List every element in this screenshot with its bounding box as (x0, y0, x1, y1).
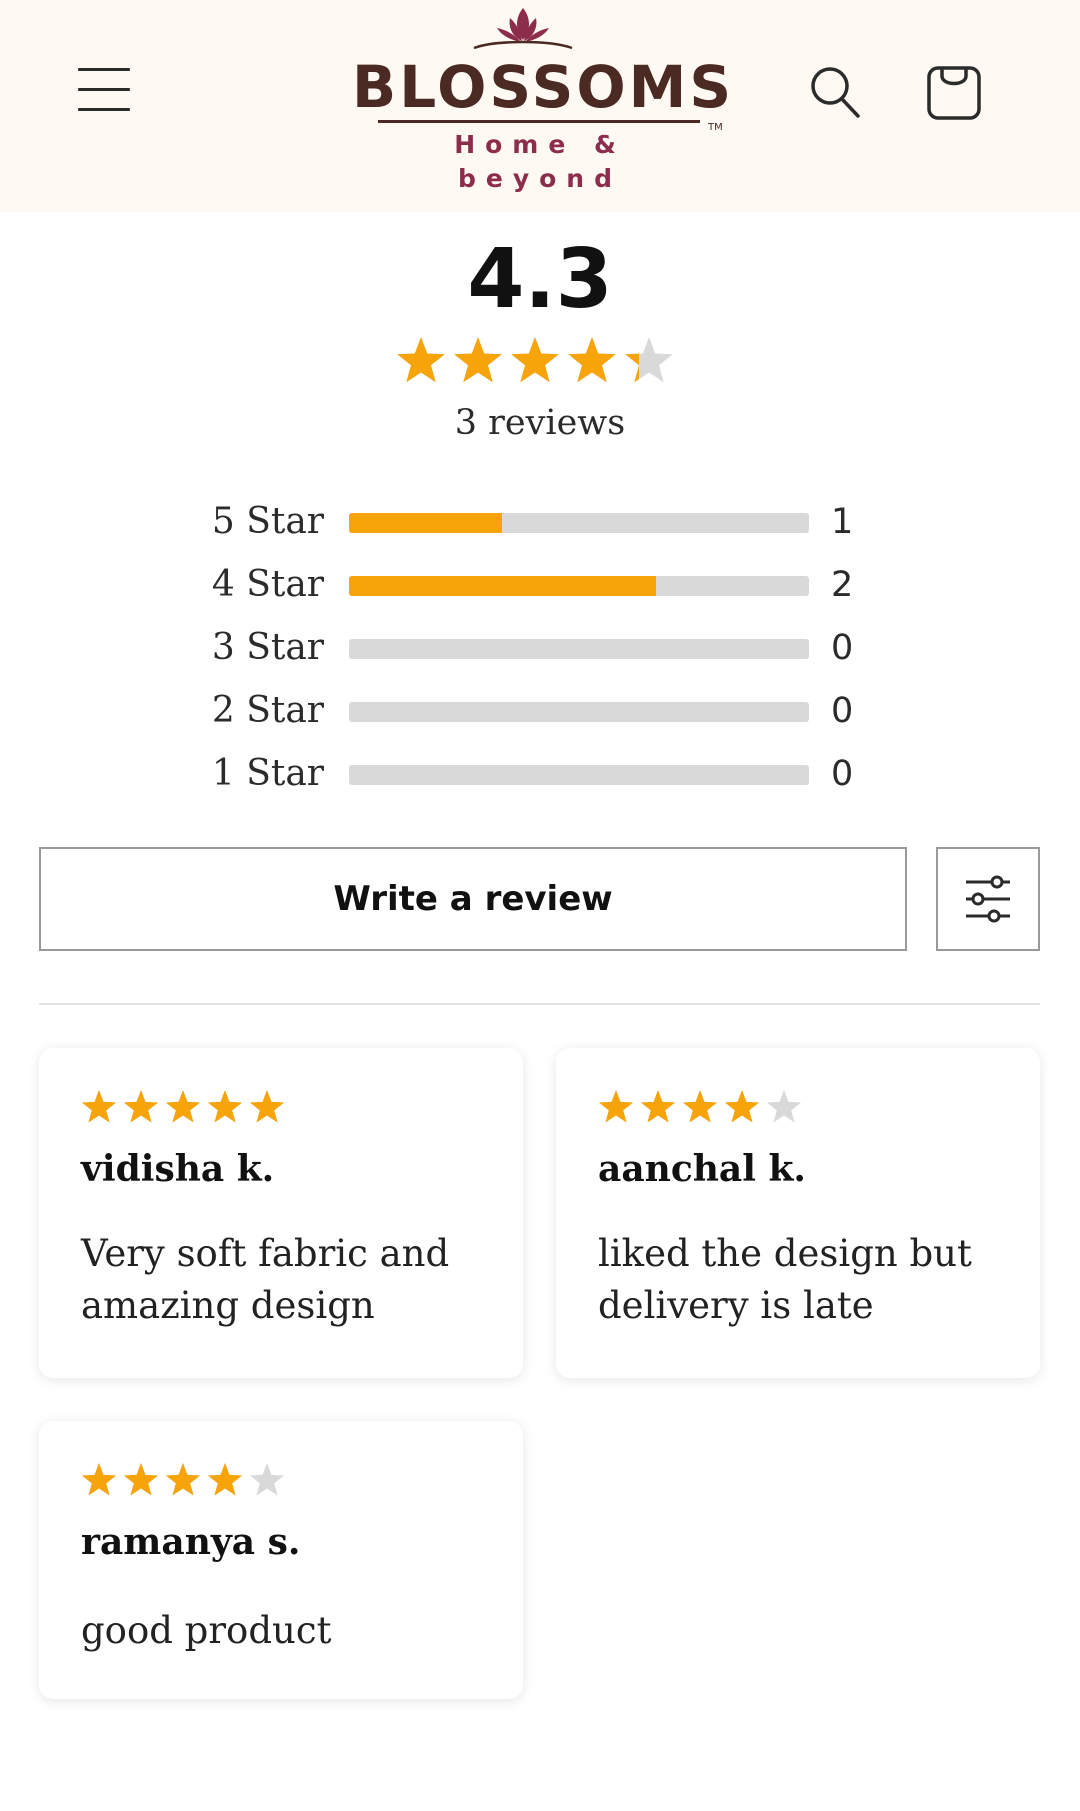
rating-row-3: 3 Star 0 (200, 622, 900, 674)
rating-row-5: 5 Star 1 (200, 496, 900, 548)
cart-button[interactable] (924, 60, 984, 122)
rating-row-count: 0 (831, 754, 854, 794)
sliders-icon (966, 875, 1010, 923)
star-icon-filled (165, 1463, 201, 1496)
brand-tagline: Home & beyond (454, 130, 626, 193)
review-text: good product (81, 1609, 332, 1652)
search-icon (811, 67, 860, 118)
hamburger-icon-line (78, 108, 130, 111)
rating-bar-track (349, 702, 809, 722)
star-icon-filled (397, 337, 445, 383)
review-card: ramanya s. good product (39, 1421, 523, 1699)
brand-logo[interactable]: BLOSSOMS Home & beyond TM (340, 0, 740, 193)
review-rating-stars (598, 1090, 802, 1123)
review-text: Very soft fabric and amazing design (81, 1232, 450, 1327)
rating-bar-track (349, 765, 809, 785)
star-icon-filled (454, 337, 502, 383)
hamburger-icon-line (78, 68, 130, 71)
star-icon-filled (682, 1090, 718, 1123)
review-card: vidisha k. Very soft fabric and amazing … (39, 1048, 523, 1378)
reviewer-name: vidisha k. (81, 1148, 275, 1190)
star-icon-filled (511, 337, 559, 383)
rating-row-count: 1 (831, 502, 854, 542)
rating-row-count: 0 (831, 628, 854, 668)
write-review-button[interactable]: Write a review (39, 847, 907, 951)
rating-row-count: 2 (831, 565, 854, 605)
average-rating: 4.3 (467, 232, 613, 327)
star-icon-filled (123, 1090, 159, 1123)
review-card: aanchal k. liked the design but delivery… (556, 1048, 1040, 1378)
filter-button[interactable] (936, 847, 1040, 951)
search-button[interactable] (808, 64, 862, 120)
rating-row-label: 1 Star (211, 753, 324, 794)
review-rating-stars (81, 1463, 285, 1496)
bag-icon (927, 66, 981, 120)
brand-name: BLOSSOMS (352, 53, 735, 121)
reviewer-name: ramanya s. (81, 1521, 301, 1563)
star-icon-filled (568, 337, 616, 383)
hamburger-icon-line (78, 88, 130, 91)
rating-bar-fill (349, 513, 503, 533)
reviewer-name: aanchal k. (598, 1148, 806, 1190)
star-icon-filled (123, 1463, 159, 1496)
star-icon-filled (249, 1090, 285, 1123)
rating-row-count: 0 (831, 691, 854, 731)
menu-button[interactable] (78, 66, 130, 114)
rating-row-1: 1 Star 0 (200, 748, 900, 800)
review-count: 3 reviews (454, 403, 626, 443)
review-text: liked the design but delivery is late (598, 1232, 972, 1327)
star-icon (766, 1090, 802, 1123)
review-rating-stars (81, 1090, 285, 1123)
star-icon-filled (598, 1090, 634, 1123)
rating-bar-track (349, 576, 809, 596)
star-icon-filled (81, 1463, 117, 1496)
logo-underline (378, 120, 700, 123)
star-icon-filled (640, 1090, 676, 1123)
rating-row-label: 2 Star (211, 690, 324, 731)
rating-bar-track (349, 639, 809, 659)
trademark-mark: TM (708, 122, 723, 133)
lotus-icon (473, 8, 573, 50)
average-rating-stars (397, 337, 673, 383)
rating-row-label: 4 Star (211, 564, 324, 605)
rating-bar-track (349, 513, 809, 533)
star-icon (249, 1463, 285, 1496)
star-icon-filled (81, 1090, 117, 1123)
star-icon-filled (207, 1090, 243, 1123)
rating-row-label: 5 Star (211, 501, 324, 542)
rating-row-4: 4 Star 2 (200, 559, 900, 611)
star-icon-filled (724, 1090, 760, 1123)
star-icon-filled (165, 1090, 201, 1123)
rating-row-label: 3 Star (211, 627, 324, 668)
rating-row-2: 2 Star 0 (200, 685, 900, 737)
section-divider (39, 1003, 1040, 1005)
star-icon-filled (207, 1463, 243, 1496)
site-header: BLOSSOMS Home & beyond TM (0, 0, 1080, 212)
rating-bar-fill (349, 576, 656, 596)
